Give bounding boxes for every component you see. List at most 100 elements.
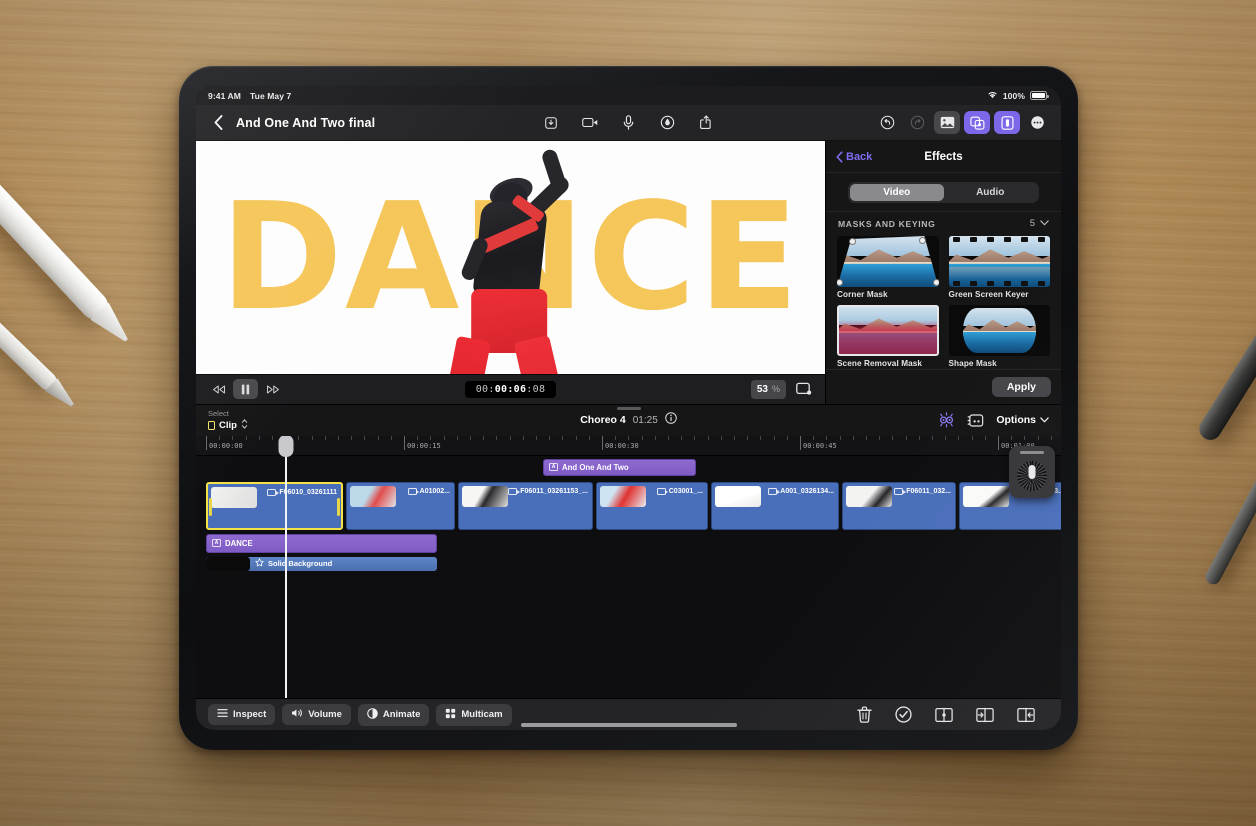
tab-audio[interactable]: Audio	[944, 184, 1038, 201]
viewer-options-icon[interactable]	[793, 380, 815, 399]
duplicate-clip-icon[interactable]	[967, 413, 984, 428]
trim-end-icon[interactable]	[1017, 707, 1035, 723]
trim-start-icon[interactable]	[976, 707, 994, 723]
timeline-project-duration: 01:25	[632, 414, 658, 426]
zoom-level-control[interactable]: 53 %	[750, 379, 786, 399]
inspector-icon[interactable]	[994, 111, 1020, 134]
split-clip-icon[interactable]	[935, 707, 953, 723]
animate-button[interactable]: Animate	[357, 703, 430, 726]
zoom-unit: %	[771, 384, 780, 394]
video-viewer[interactable]: DANCE	[196, 141, 825, 374]
timeline-clip[interactable]: A01002...	[346, 481, 455, 530]
info-circle-icon[interactable]	[665, 411, 677, 429]
apply-button[interactable]: Apply	[991, 376, 1051, 397]
clip-name: F06010_03261111	[279, 488, 337, 496]
select-label: Select	[208, 408, 229, 418]
effect-thumbnail	[948, 236, 1050, 287]
viewer-column: DANCE	[196, 141, 825, 404]
pause-icon[interactable]	[233, 379, 258, 399]
timeline-options-button[interactable]: Options	[996, 414, 1049, 426]
magic-effects-icon[interactable]	[938, 412, 955, 428]
top-center-icon-group	[539, 111, 719, 135]
transport-bar: 00:00:06:08 53 %	[196, 373, 825, 404]
ruler-label: 00:00:30	[605, 441, 639, 450]
timeline-clip[interactable]: C03001_...	[596, 481, 708, 530]
timecode-main: 00:06	[494, 383, 527, 395]
multicam-button[interactable]: Multicam	[436, 703, 512, 726]
effect-green-screen-keyer[interactable]: Green Screen Keyer	[948, 236, 1050, 299]
effects-inspector-panel: Back Effects Video Audio MASKS AND KEYIN…	[825, 141, 1061, 404]
timeline-clip[interactable]: F06011_03261153_...	[458, 481, 593, 530]
volume-label: Volume	[308, 709, 342, 720]
ipad-screen: 9:41 AM Tue May 7 100% And One And Two f…	[196, 86, 1061, 730]
photo-icon[interactable]	[934, 111, 960, 134]
battery-percent: 100%	[1002, 90, 1025, 101]
video-audio-segmented-control: Video Audio	[848, 182, 1039, 203]
timeline-playhead[interactable]	[278, 435, 294, 698]
effects-stack-icon[interactable]	[964, 111, 990, 134]
volume-button[interactable]: Volume	[282, 704, 351, 725]
voiceover-icon[interactable]	[656, 111, 680, 135]
timeline-body[interactable]: 00:00:00 00:00:15 00:00:30 00:00:45 00:0…	[196, 435, 1061, 698]
options-label: Options	[996, 414, 1036, 426]
playhead-knob[interactable]	[278, 435, 294, 457]
timeline-clip[interactable]: F06010_03261111	[206, 481, 343, 530]
timeline-title-clip[interactable]: A And One And Two	[543, 458, 696, 476]
timecode-suffix: :08	[526, 383, 546, 395]
share-icon[interactable]	[695, 111, 719, 135]
timeline-header: Select Clip Choreo 4 01:25 Options	[196, 403, 1061, 436]
status-date: Tue May 7	[249, 90, 292, 101]
inspect-label: Inspect	[233, 709, 267, 720]
grid-icon	[445, 708, 456, 722]
fast-forward-icon[interactable]	[260, 379, 285, 399]
timeline-clip-track: F06010_03261111 A01002... F06011_0326115…	[196, 481, 1061, 530]
animate-label: Animate	[382, 709, 421, 720]
timeline-clip[interactable]: A001_0326134...	[711, 481, 839, 530]
selection-mode-control[interactable]: Select Clip	[208, 409, 248, 432]
redo-icon[interactable]	[904, 111, 930, 134]
effect-shape-mask[interactable]: Shape Mask	[948, 305, 1050, 368]
timeline-dance-title-clip[interactable]: A DANCE	[206, 533, 437, 553]
effect-corner-mask[interactable]: Corner Mask	[837, 236, 939, 299]
speaker-icon	[291, 708, 303, 721]
record-video-icon[interactable]	[578, 111, 602, 135]
timecode-display[interactable]: 00:00:06:08	[464, 380, 557, 398]
ellipsis-icon[interactable]	[1024, 111, 1050, 134]
timeline-background-clip[interactable]: Solid Background	[206, 556, 437, 571]
effect-scene-removal-mask[interactable]: Scene Removal Mask	[837, 305, 939, 368]
timeline-clip[interactable]: F06011_032...	[842, 481, 956, 530]
camera-icon	[656, 487, 669, 495]
undo-icon[interactable]	[874, 111, 900, 134]
ruler-label: 00:00:45	[803, 441, 837, 450]
dancer-figure	[405, 141, 635, 374]
effects-grid: Corner Mask Green Screen Keyer Scene Rem…	[826, 234, 1061, 369]
chevron-updown-icon[interactable]	[241, 418, 248, 432]
timeline-ruler[interactable]: 00:00:00 00:00:15 00:00:30 00:00:45 00:0…	[196, 435, 1061, 456]
camera-icon	[768, 487, 780, 495]
camera-icon	[267, 488, 279, 496]
effect-label: Shape Mask	[948, 359, 997, 368]
home-indicator[interactable]	[520, 723, 737, 727]
chevron-down-icon	[1040, 414, 1049, 426]
inspector-back-button[interactable]: Back	[836, 151, 872, 163]
rewind-icon[interactable]	[206, 379, 231, 399]
trash-icon[interactable]	[857, 706, 872, 723]
back-button[interactable]	[207, 112, 229, 134]
star-icon	[255, 558, 264, 569]
masks-section-header[interactable]: MASKS AND KEYING 5	[826, 211, 1061, 234]
inspect-button[interactable]: Inspect	[208, 704, 276, 725]
camera-icon	[407, 487, 420, 495]
clip-name: A001_0326134...	[780, 487, 834, 495]
title-clip-label: And One And Two	[562, 462, 629, 472]
black-leader	[206, 556, 250, 571]
timecode-prefix: 00:	[475, 383, 495, 395]
panel-resize-grabber[interactable]	[616, 406, 641, 410]
record-audio-icon[interactable]	[617, 111, 641, 135]
jog-wheel-icon[interactable]	[1009, 445, 1055, 498]
checkmark-circle-icon[interactable]	[895, 706, 912, 723]
clip-name: F06011_03261153_...	[520, 487, 588, 495]
import-media-icon[interactable]	[539, 111, 563, 135]
select-value: Clip	[219, 419, 237, 431]
tab-video[interactable]: Video	[850, 184, 944, 201]
chevron-down-icon[interactable]	[1040, 218, 1049, 229]
